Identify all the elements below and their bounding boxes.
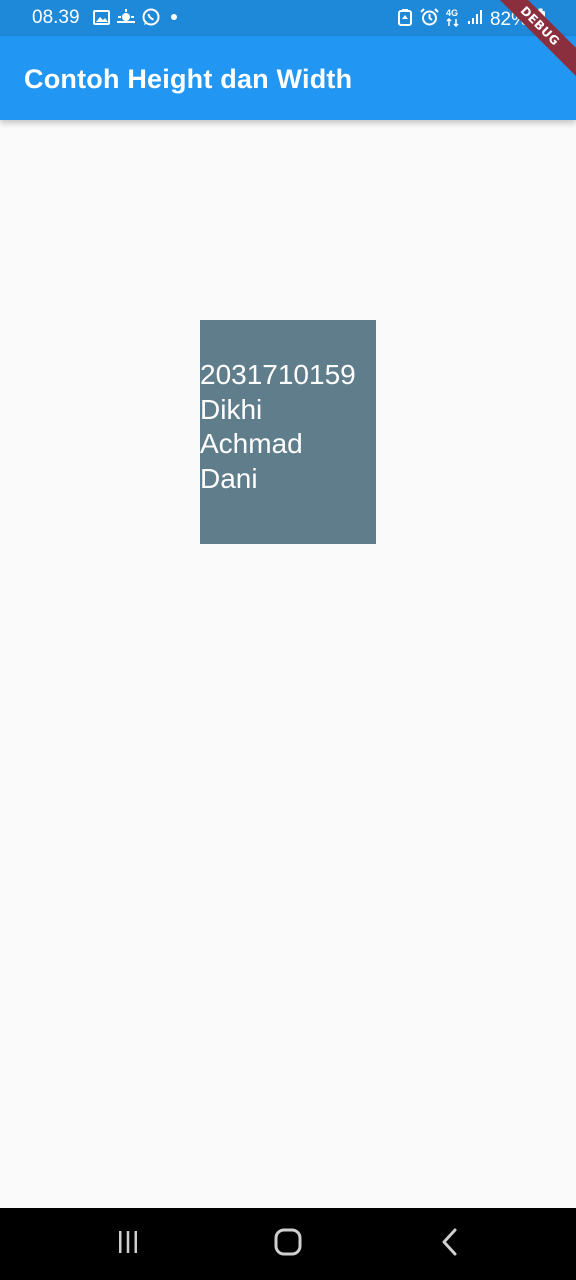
- alarm-icon: [420, 8, 439, 31]
- home-button[interactable]: [268, 1226, 308, 1262]
- battery-saver-icon: [397, 8, 413, 31]
- whatsapp-icon: [142, 8, 160, 31]
- navigation-bar: [0, 1208, 576, 1280]
- weather-icon: [116, 9, 136, 30]
- back-icon: [440, 1228, 460, 1261]
- gallery-icon: [93, 9, 110, 30]
- network-label: 4G: [446, 8, 458, 18]
- home-icon: [274, 1228, 302, 1261]
- back-button[interactable]: [430, 1226, 470, 1262]
- info-container: 2031710159 Dikhi Achmad Dani: [200, 320, 376, 544]
- app-bar: Contoh Height dan Width: [0, 36, 576, 120]
- recent-apps-icon: [115, 1230, 141, 1259]
- signal-icon: [467, 9, 483, 30]
- network-4g-icon: 4G: [446, 7, 460, 32]
- app-title: Contoh Height dan Width: [24, 64, 353, 94]
- recent-apps-button[interactable]: [108, 1226, 148, 1262]
- status-time: 08.39: [32, 7, 80, 28]
- status-bar: 08.39 4G 82%: [0, 0, 576, 36]
- screen: 08.39 4G 82% Contoh Height dan Width DEB…: [0, 0, 576, 1280]
- status-left-icons: [93, 8, 182, 31]
- dot-icon: [166, 9, 182, 30]
- info-text: 2031710159 Dikhi Achmad Dani: [200, 359, 356, 494]
